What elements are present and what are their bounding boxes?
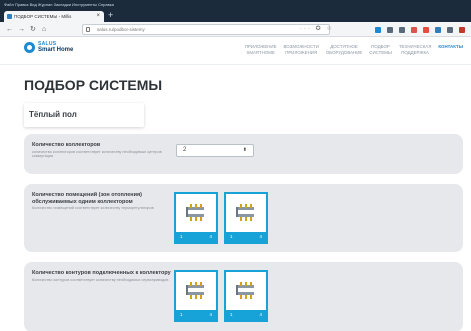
select-value: 2 bbox=[183, 147, 187, 153]
extension-icons bbox=[375, 24, 465, 35]
row-hint: количество коллекторов соответствует кол… bbox=[32, 149, 162, 159]
browser-toolbar: ← → ↻ ⌂ salus.ru/podbor-sistemy ··· ✪ ☆ bbox=[0, 22, 471, 37]
browser-menubar: Файл Правка Вид Журнал Закладки Инструме… bbox=[0, 0, 471, 9]
browser-tabbar: ПОДБОР СИСТЕМЫ - Millis × + bbox=[0, 9, 471, 22]
loop-cards: 1 4 1 4 bbox=[174, 270, 268, 322]
collector-card[interactable]: 1 4 bbox=[224, 192, 268, 244]
sidebar-icon[interactable] bbox=[399, 26, 405, 33]
download-icon[interactable] bbox=[375, 26, 381, 33]
new-tab-icon[interactable]: + bbox=[108, 10, 113, 21]
card-footer: 1 4 bbox=[226, 232, 266, 242]
nav-item-equipment[interactable]: ДОСТУПНОЕ ОБОРУДОВАНИЕ bbox=[326, 44, 362, 55]
nav-item-features[interactable]: ВОЗМОЖНОСТИ ПРИЛОЖЕНИЯ bbox=[284, 44, 319, 55]
tab-title: ПОДБОР СИСТЕМЫ - Millis bbox=[14, 14, 72, 19]
site-logo[interactable]: SALUS Smart Home bbox=[24, 42, 73, 53]
row-title: Количество коллекторов bbox=[32, 142, 101, 148]
collector-cards: 1 4 1 4 bbox=[174, 192, 268, 244]
site-header: SALUS Smart Home ПРИЛОЖЕНИЕ SMARTHOME ВОЗ… bbox=[0, 37, 471, 65]
main-content: ПОДБОР СИСТЕМЫ Тёплый пол Количество кол… bbox=[0, 75, 471, 331]
back-icon[interactable]: ← bbox=[6, 24, 13, 35]
collector-card[interactable]: 1 4 bbox=[174, 192, 218, 244]
card-min: 1 bbox=[180, 312, 183, 317]
row-title: Количество помещений (зон отопления) обс… bbox=[32, 192, 143, 205]
menu-icon[interactable] bbox=[459, 26, 465, 33]
loop-card[interactable]: 1 4 bbox=[174, 270, 218, 322]
pocket-icon[interactable] bbox=[411, 26, 417, 33]
card-min: 1 bbox=[230, 312, 233, 317]
favicon-icon bbox=[7, 14, 12, 19]
forward-icon[interactable]: → bbox=[18, 24, 25, 35]
extension-red-icon[interactable] bbox=[423, 26, 429, 33]
manifold-icon bbox=[176, 272, 216, 310]
nav-item-smarthome[interactable]: ПРИЛОЖЕНИЕ SMARTHOME bbox=[245, 44, 277, 55]
page-actions-icon[interactable]: ··· ✪ ☆ bbox=[300, 24, 334, 35]
card-max: 4 bbox=[259, 312, 262, 317]
tab-close-icon[interactable]: × bbox=[96, 11, 100, 22]
logo-bottom: Smart Home bbox=[38, 47, 74, 53]
card-max: 4 bbox=[209, 312, 212, 317]
nav-item-support[interactable]: ТЕХНИЧЕСКАЯ ПОДДЕРЖКА bbox=[399, 44, 432, 55]
card-max: 4 bbox=[209, 234, 212, 239]
loop-card[interactable]: 1 4 bbox=[224, 270, 268, 322]
card-min: 1 bbox=[180, 234, 183, 239]
manifold-icon bbox=[226, 194, 266, 232]
section-heading: Тёплый пол bbox=[24, 103, 144, 127]
browser-tab[interactable]: ПОДБОР СИСТЕМЫ - Millis × bbox=[4, 11, 104, 22]
library-icon[interactable] bbox=[387, 26, 393, 33]
card-min: 1 bbox=[230, 234, 233, 239]
menubar-text[interactable]: Файл Правка Вид Журнал Закладки Инструме… bbox=[4, 2, 114, 7]
main-nav: ПРИЛОЖЕНИЕ SMARTHOME ВОЗМОЖНОСТИ ПРИЛОЖЕНИ… bbox=[245, 44, 463, 55]
logo-icon bbox=[24, 42, 35, 53]
manifold-icon bbox=[226, 272, 266, 310]
nav-item-system-selection[interactable]: ПОДБОР СИСТЕМЫ bbox=[369, 44, 392, 55]
collectors-select[interactable]: 2 ⬍ bbox=[176, 144, 254, 157]
lock-icon bbox=[86, 27, 90, 32]
reload-icon[interactable]: ↻ bbox=[30, 24, 36, 35]
row-hint: Количество контуров соответствует количе… bbox=[32, 277, 169, 282]
row-hint: Количество помещений соответствует колич… bbox=[32, 206, 154, 210]
page-title: ПОДБОР СИСТЕМЫ bbox=[24, 77, 163, 93]
card-footer: 1 4 bbox=[226, 310, 266, 320]
url-text: salus.ru/podbor-sistemy bbox=[97, 27, 145, 32]
row-title: Количество контуров подключенных к колле… bbox=[32, 270, 171, 276]
address-bar[interactable]: salus.ru/podbor-sistemy bbox=[82, 24, 330, 35]
card-max: 4 bbox=[259, 234, 262, 239]
collectors-row: Количество коллекторов количество коллек… bbox=[24, 134, 463, 174]
nav-item-contacts[interactable]: КОНТАКТЫ bbox=[438, 44, 463, 55]
extension-blue-icon[interactable] bbox=[435, 26, 441, 33]
select-arrow-icon: ⬍ bbox=[242, 147, 247, 153]
loops-row: Количество контуров подключенных к колле… bbox=[24, 262, 463, 331]
manifold-icon bbox=[176, 194, 216, 232]
home-icon[interactable]: ⌂ bbox=[42, 24, 46, 35]
rooms-row: Количество помещений (зон отопления) обс… bbox=[24, 184, 463, 252]
card-footer: 1 4 bbox=[176, 232, 216, 242]
card-footer: 1 4 bbox=[176, 310, 216, 320]
logo-text: SALUS Smart Home bbox=[38, 42, 74, 54]
account-icon[interactable] bbox=[447, 26, 453, 33]
